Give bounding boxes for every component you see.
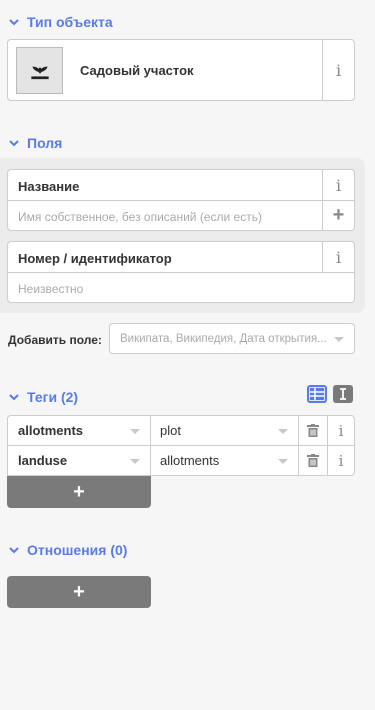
tag-delete-button[interactable]	[298, 415, 328, 446]
tag-key-text: allotments	[18, 423, 84, 438]
list-view-icon	[310, 388, 324, 400]
preset-card[interactable]: Садовый участок i	[7, 39, 355, 101]
tag-info-button[interactable]: i	[327, 445, 355, 476]
tag-value-input[interactable]: allotments	[150, 445, 299, 476]
trash-icon	[307, 424, 319, 437]
name-field-label: Название	[18, 179, 80, 194]
add-field-combobox[interactable]: Википата, Википедия, Дата открытия...	[109, 323, 355, 354]
name-input[interactable]: Имя собственное, без описаний (если есть…	[8, 201, 322, 230]
chevron-down-icon	[9, 394, 19, 401]
tags-section-title: Теги (2)	[27, 389, 79, 405]
chevron-down-icon	[9, 547, 19, 554]
trash-icon	[307, 454, 319, 467]
fields-section-title: Поля	[27, 135, 63, 151]
tag-key-input[interactable]: landuse	[7, 445, 151, 476]
add-field-label: Добавить поле:	[8, 333, 102, 347]
chevron-down-icon	[130, 459, 140, 464]
info-icon: i	[338, 451, 344, 470]
preset-info-button[interactable]: i	[322, 40, 354, 100]
tag-delete-button[interactable]	[298, 445, 328, 476]
garden-sprout-icon	[31, 66, 49, 80]
tag-key-text: landuse	[18, 453, 68, 468]
tag-value-input[interactable]: plot	[150, 415, 299, 446]
name-input-placeholder: Имя собственное, без описаний (если есть…	[18, 210, 262, 224]
chevron-down-icon	[278, 459, 288, 464]
relations-section-header[interactable]: Отношения (0)	[9, 542, 127, 558]
text-view-toggle[interactable]	[333, 385, 353, 403]
preset-icon-frame	[16, 47, 63, 94]
add-tag-button[interactable]: +	[7, 476, 151, 508]
info-icon: i	[335, 175, 342, 195]
ref-field-header: Номер / идентификатор i	[8, 242, 354, 273]
ref-field: Номер / идентификатор i Неизвестно	[7, 241, 355, 303]
info-icon: i	[335, 60, 342, 80]
add-field-placeholder: Википата, Википедия, Дата открытия...	[120, 333, 327, 345]
relations-section-title: Отношения (0)	[27, 542, 128, 558]
table-row: landuse allotments i	[7, 445, 355, 476]
preset-section-title: Тип объекта	[27, 14, 113, 30]
name-field-info-button[interactable]: i	[322, 170, 354, 200]
add-localized-name-button[interactable]: +	[322, 201, 354, 230]
ref-input[interactable]: Неизвестно	[8, 273, 354, 302]
tag-info-button[interactable]: i	[327, 415, 355, 446]
plus-icon: +	[73, 480, 85, 503]
tag-value-text: plot	[160, 423, 181, 438]
add-relation-button[interactable]: +	[7, 576, 151, 608]
list-view-toggle[interactable]	[307, 385, 327, 403]
fields-section-header[interactable]: Поля	[9, 135, 62, 151]
chevron-down-icon	[9, 140, 19, 147]
plus-icon: +	[332, 204, 345, 226]
name-field: Название i Имя собственное, без описаний…	[7, 169, 355, 231]
info-icon: i	[338, 421, 344, 440]
plus-icon: +	[73, 580, 85, 603]
tags-section-header[interactable]: Теги (2)	[9, 389, 78, 405]
chevron-down-icon	[130, 429, 140, 434]
preset-section-header[interactable]: Тип объекта	[9, 14, 113, 30]
tag-key-input[interactable]: allotments	[7, 415, 151, 446]
info-icon: i	[335, 247, 342, 267]
tag-value-text: allotments	[160, 453, 220, 468]
chevron-down-icon	[9, 19, 19, 26]
ref-input-placeholder: Неизвестно	[18, 282, 84, 296]
text-view-icon	[340, 388, 346, 400]
ref-field-label: Номер / идентификатор	[18, 251, 172, 266]
ref-field-info-button[interactable]: i	[322, 242, 354, 272]
name-field-header: Название i	[8, 170, 354, 201]
preset-name: Садовый участок	[80, 63, 194, 78]
chevron-down-icon	[334, 337, 344, 342]
chevron-down-icon	[278, 429, 288, 434]
table-row: allotments plot i	[7, 415, 355, 446]
